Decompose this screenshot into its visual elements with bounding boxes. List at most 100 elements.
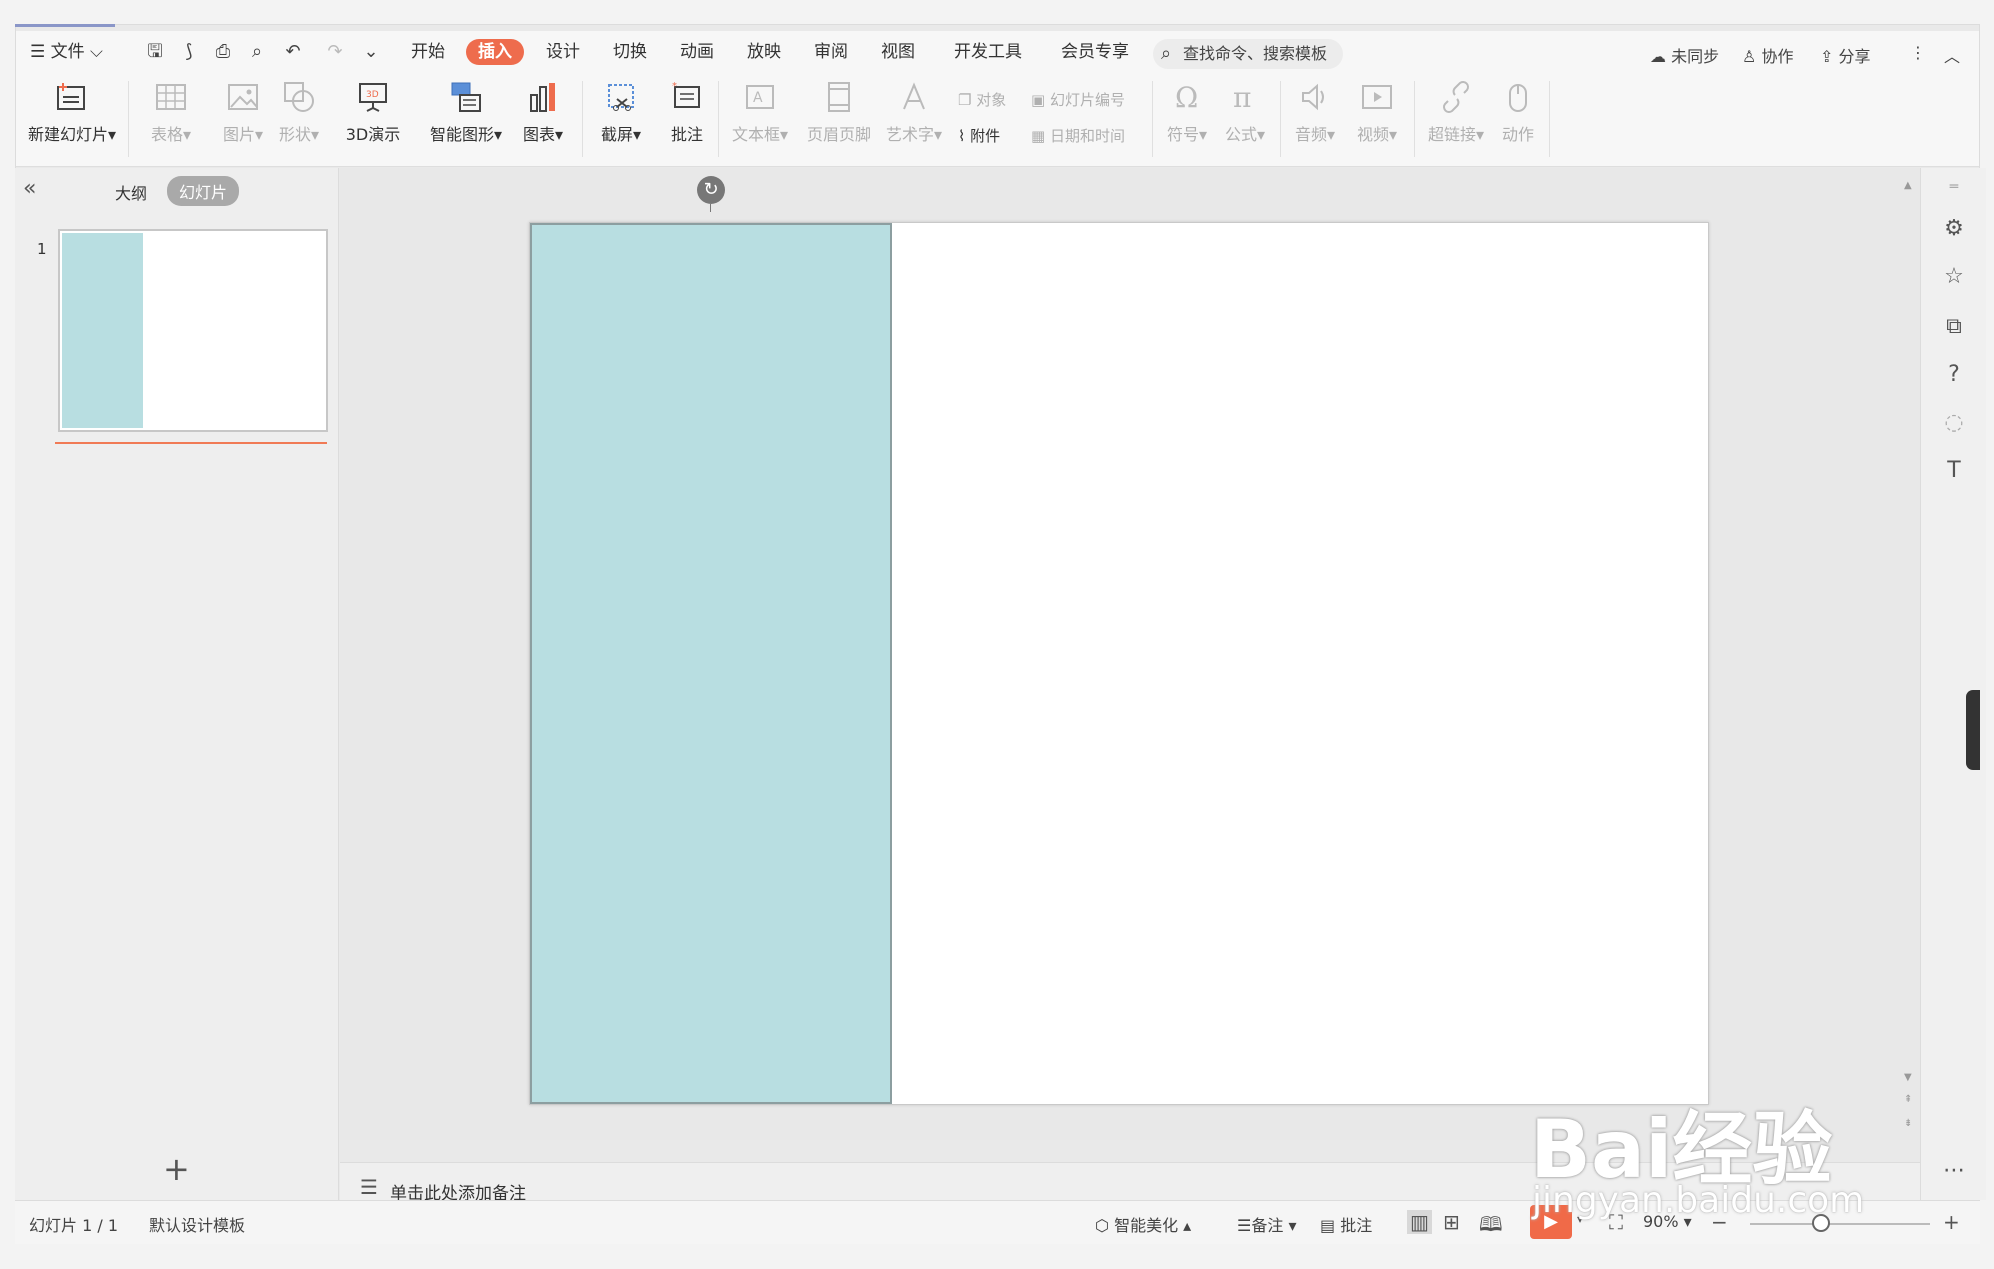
chart-button[interactable]: 图表▾ [518,79,568,145]
tab-transitions[interactable]: 切换 [613,39,647,65]
screenshot-button[interactable]: 截屏▾ [596,79,646,145]
user-add-icon: ♙ [1742,47,1757,66]
svg-text:π: π [1233,81,1251,114]
ribbon-separator [1280,81,1281,157]
hyperlink-label: 超链接 [1427,125,1476,144]
rotate-handle-icon[interactable]: ↻ [697,176,725,204]
prev-slide-icon[interactable]: ⇞ [1904,1094,1912,1105]
next-slide-icon[interactable]: ⇟ [1904,1118,1912,1129]
more-icon[interactable]: ⋯ [1941,1158,1967,1184]
shape-button[interactable]: 形状▾ [276,79,322,145]
adjust-icon[interactable]: ⚙ [1941,216,1967,242]
add-slide-icon[interactable]: + [163,1150,190,1188]
table-button[interactable]: 表格▾ [148,79,194,145]
tab-slides[interactable]: 幻灯片 [167,176,240,206]
scroll-down-icon[interactable]: ▼ [1904,1072,1912,1083]
video-button[interactable]: 视频▾ [1352,79,1402,145]
undo-icon[interactable]: ↶ [282,41,304,63]
tab-design[interactable]: 设计 [546,39,580,65]
tab-insert[interactable]: 插入 [466,39,524,65]
text-icon[interactable]: T [1941,458,1967,484]
notes-button[interactable]: ☰备注 ▾ [1237,1212,1296,1236]
search-placeholder: 查找命令、搜索模板 [1183,44,1328,63]
tab-member[interactable]: 会员专享 [1061,39,1129,65]
window-accent-line [15,24,115,27]
3d-presentation-icon: 3D [359,83,387,112]
mouse-icon [1509,84,1527,112]
customize-qat-icon[interactable]: ⌄ [360,41,382,63]
attachment-label: 附件 [970,127,1001,145]
beautify-button[interactable]: ⬡ 智能美化 ▴ [1095,1212,1191,1236]
smartart-label: 智能图形 [429,125,494,144]
zoom-slider-track[interactable] [1750,1223,1930,1225]
date-time-button[interactable]: ▦ 日期和时间 [1031,125,1125,146]
save-icon[interactable]: 🖫 [144,41,166,63]
search-box[interactable]: ⌕ 查找命令、搜索模板 [1153,39,1343,69]
tab-review[interactable]: 审阅 [814,39,848,65]
scroll-up-icon[interactable]: ▲ [1904,180,1912,191]
slide-editor[interactable] [529,222,1709,1105]
print-preview-icon[interactable]: ⌕ [246,41,268,63]
teal-rectangle-shape[interactable] [530,223,892,1104]
comment-button[interactable]: * 批注 [664,79,710,145]
sync-label: 未同步 [1671,47,1720,66]
zoom-in-icon[interactable]: + [1943,1210,1960,1234]
action-button[interactable]: 动作 [1498,79,1538,145]
collab-label: 协作 [1761,47,1794,66]
tab-outline[interactable]: 大纲 [115,180,147,204]
chart-label: 图表 [522,125,555,144]
tab-home[interactable]: 开始 [411,39,445,65]
smartart-button[interactable]: 智能图形▾ [426,79,506,145]
beautify-icon: ⬡ [1095,1216,1109,1235]
3d-demo-button[interactable]: 3D 3D演示 [343,79,403,145]
slide-number-label: 幻灯片编号 [1049,91,1125,109]
collab-button[interactable]: ♙ 协作 [1742,43,1793,67]
file-menu[interactable]: ☰ 文件 ⌵ [30,39,103,65]
tab-animations[interactable]: 动画 [680,39,714,65]
share-icon: ⇪ [1820,47,1834,66]
formula-button[interactable]: π 公式▾ [1220,79,1270,145]
template-name[interactable]: 默认设计模板 [149,1212,245,1236]
help-icon[interactable]: ? [1941,362,1967,388]
textbox-button[interactable]: A 文本框▾ [728,79,792,145]
tab-view[interactable]: 视图 [881,39,915,65]
svg-text:A: A [753,90,763,106]
attachment-button[interactable]: ⌇ 附件 [958,125,1000,146]
slide-number-button[interactable]: ▣ 幻灯片编号 [1031,89,1125,110]
collapse-panel-icon[interactable]: « [23,176,36,201]
comment-toggle-button[interactable]: ▤ 批注 [1320,1212,1372,1236]
format-painter-icon[interactable]: ⟆ [178,41,200,63]
print-icon[interactable]: ⎙ [212,41,234,63]
header-footer-button[interactable]: 页眉页脚 [804,79,874,145]
tab-slideshow[interactable]: 放映 [747,39,781,65]
redo-icon[interactable]: ↷ [324,41,346,63]
share-button[interactable]: ⇪ 分享 [1820,43,1871,67]
normal-view-icon[interactable]: ▥ [1407,1210,1432,1234]
star-icon[interactable]: ☆ [1941,264,1967,290]
lightbulb-icon[interactable]: ◌ [1941,410,1967,436]
symbol-button[interactable]: Ω 符号▾ [1162,79,1212,145]
symbol-label: 符号 [1166,125,1199,144]
collapse-ribbon-icon[interactable]: ︿ [1944,43,1960,67]
shape-icon [284,82,314,112]
link-icon [1443,81,1469,113]
smartart-icon [451,82,481,112]
comment-toggle-label: 批注 [1340,1216,1373,1235]
sorter-view-icon[interactable]: ⊞ [1443,1210,1460,1234]
slide-thumbnail[interactable] [58,229,328,432]
sidebar-grip-icon: ═ [1949,179,1959,195]
reading-view-icon[interactable]: 🕮 [1479,1210,1503,1244]
slides-icon[interactable]: ⧉ [1941,314,1967,340]
object-button[interactable]: ❐ 对象 [958,89,1006,110]
sidebar-drag-handle[interactable] [1966,690,1980,770]
new-slide-button[interactable]: 新建幻灯片▾ [28,79,116,145]
sync-button[interactable]: ☁ 未同步 [1650,43,1719,67]
wordart-button[interactable]: 艺术字▾ [882,79,946,145]
more-menu-icon[interactable]: ⋮ [1910,43,1926,62]
beautify-label: 智能美化 [1114,1216,1179,1235]
hyperlink-button[interactable]: 超链接▾ [1426,79,1486,145]
tab-developer[interactable]: 开发工具 [954,39,1022,65]
picture-button[interactable]: 图片▾ [220,79,266,145]
audio-button[interactable]: 音频▾ [1290,79,1340,145]
screenshot-label: 截屏 [600,125,633,144]
